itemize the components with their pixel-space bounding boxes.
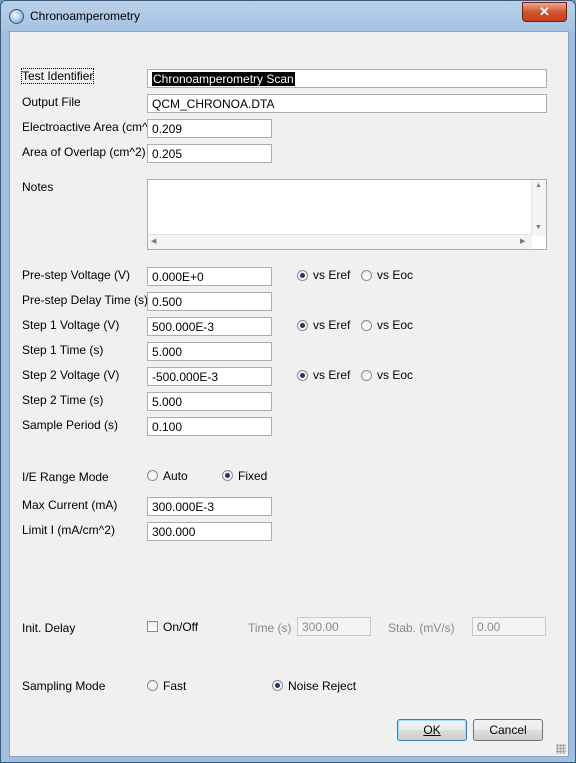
ie-range-fixed-radio[interactable] [222, 470, 233, 481]
step1-eoc-label[interactable]: vs Eoc [377, 318, 413, 332]
step1-time-label: Step 1 Time (s) [22, 343, 104, 357]
step1-eref-label[interactable]: vs Eref [313, 318, 350, 332]
prestep-eref-radio[interactable] [297, 270, 308, 281]
init-delay-checkbox[interactable] [147, 621, 158, 632]
step2-voltage-label: Step 2 Voltage (V) [22, 368, 120, 382]
stab-input[interactable]: 0.00 [472, 617, 546, 636]
step2-eref-radio[interactable] [297, 370, 308, 381]
step1-voltage-input[interactable]: 500.000E-3 [147, 317, 272, 336]
step2-eref-label[interactable]: vs Eref [313, 368, 350, 382]
init-delay-label: Init. Delay [22, 621, 76, 635]
ok-button[interactable]: OK [397, 719, 467, 741]
prestep-delay-label: Pre-step Delay Time (s) [22, 293, 149, 307]
max-current-label: Max Current (mA) [22, 498, 118, 512]
step1-eoc-radio[interactable] [361, 320, 372, 331]
step1-time-input[interactable]: 5.000 [147, 342, 272, 361]
area-overlap-input[interactable]: 0.205 [147, 144, 272, 163]
test-identifier-value: Chronoamperometry Scan [152, 72, 295, 86]
cancel-button[interactable]: Cancel [473, 719, 543, 741]
scroll-left-arrow-icon[interactable]: ◀ [151, 237, 156, 245]
dialog-window: Chronoamperometry ✕ Test Identifier Chro… [0, 0, 576, 763]
sample-period-input[interactable]: 0.100 [147, 417, 272, 436]
step2-time-label: Step 2 Time (s) [22, 393, 104, 407]
ie-range-auto-radio[interactable] [147, 470, 158, 481]
sample-period-label: Sample Period (s) [22, 418, 119, 432]
ie-range-fixed-label[interactable]: Fixed [238, 469, 267, 483]
app-icon [9, 9, 24, 24]
ie-range-label: I/E Range Mode [22, 470, 109, 484]
close-button[interactable]: ✕ [522, 2, 567, 22]
step2-voltage-input[interactable]: -500.000E-3 [147, 367, 272, 386]
sampling-fast-radio[interactable] [147, 680, 158, 691]
prestep-delay-input[interactable]: 0.500 [147, 292, 272, 311]
notes-horizontal-scrollbar[interactable]: ◀ ▶ [148, 234, 532, 249]
sampling-mode-label: Sampling Mode [22, 679, 106, 693]
init-delay-onoff-label[interactable]: On/Off [163, 620, 198, 634]
limit-i-label: Limit I (mA/cm^2) [22, 523, 115, 537]
sampling-noise-reject-radio[interactable] [272, 680, 283, 691]
sampling-fast-label[interactable]: Fast [163, 679, 186, 693]
notes-textarea[interactable]: ▲ ▼ ◀ ▶ [147, 179, 547, 250]
scroll-down-arrow-icon[interactable]: ▼ [535, 224, 542, 231]
prestep-eoc-label[interactable]: vs Eoc [377, 268, 413, 282]
ok-button-label: OK [423, 723, 441, 737]
prestep-eoc-radio[interactable] [361, 270, 372, 281]
prestep-voltage-label: Pre-step Voltage (V) [22, 268, 131, 282]
step2-eoc-radio[interactable] [361, 370, 372, 381]
init-delay-time-input[interactable]: 300.00 [297, 617, 371, 636]
step1-eref-radio[interactable] [297, 320, 308, 331]
notes-label: Notes [22, 180, 54, 194]
sampling-noise-reject-label[interactable]: Noise Reject [288, 679, 356, 693]
window-title: Chronoamperometry [30, 9, 141, 23]
electroactive-area-label: Electroactive Area (cm^2) [22, 120, 159, 134]
scroll-up-arrow-icon[interactable]: ▲ [535, 182, 542, 189]
test-identifier-input[interactable]: Chronoamperometry Scan [147, 69, 547, 88]
max-current-input[interactable]: 300.000E-3 [147, 497, 272, 516]
dialog-body: Test Identifier Chronoamperometry Scan O… [9, 31, 569, 757]
step2-time-input[interactable]: 5.000 [147, 392, 272, 411]
step2-eoc-label[interactable]: vs Eoc [377, 368, 413, 382]
step1-voltage-label: Step 1 Voltage (V) [22, 318, 120, 332]
output-file-label: Output File [22, 95, 81, 109]
prestep-voltage-input[interactable]: 0.000E+0 [147, 267, 272, 286]
output-file-input[interactable]: QCM_CHRONOA.DTA [147, 94, 547, 113]
area-overlap-label: Area of Overlap (cm^2) [22, 145, 146, 159]
resize-grip-icon[interactable] [556, 744, 566, 754]
init-delay-time-label: Time (s) [248, 621, 292, 635]
cancel-button-label: Cancel [489, 723, 527, 737]
test-identifier-label: Test Identifier [20, 68, 95, 84]
prestep-eref-label[interactable]: vs Eref [313, 268, 350, 282]
stab-label: Stab. (mV/s) [388, 621, 455, 635]
title-bar[interactable]: Chronoamperometry ✕ [1, 1, 575, 31]
notes-vertical-scrollbar[interactable]: ▲ ▼ [531, 180, 546, 236]
electroactive-area-input[interactable]: 0.209 [147, 119, 272, 138]
ie-range-auto-label[interactable]: Auto [163, 469, 188, 483]
limit-i-input[interactable]: 300.000 [147, 522, 272, 541]
scroll-right-arrow-icon[interactable]: ▶ [520, 237, 525, 245]
